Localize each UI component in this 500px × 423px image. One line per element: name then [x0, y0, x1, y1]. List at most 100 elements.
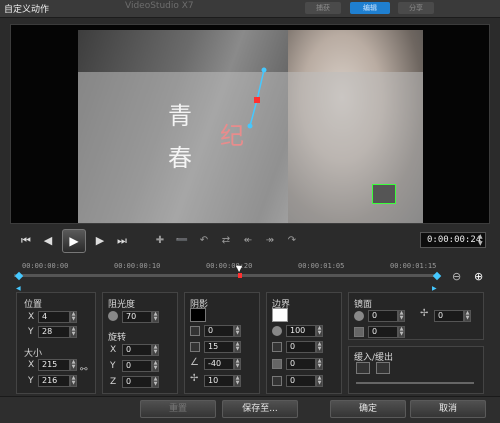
go-to-end-icon[interactable]: ⏭ — [112, 231, 132, 251]
rotation-x-label: X — [110, 345, 117, 355]
size-y-label: Y — [28, 376, 34, 386]
previous-frame-icon[interactable]: ◀ — [38, 231, 58, 251]
background-tab-capture: 捕获 — [305, 2, 341, 14]
position-y-label: Y — [28, 327, 34, 337]
shadow-angle-input[interactable]: -40 — [204, 358, 234, 370]
position-x-label: X — [28, 312, 35, 322]
remove-keyframe-icon[interactable]: ➖ — [172, 232, 192, 250]
border-width-spinner[interactable]: ▲ ▼ — [316, 341, 323, 353]
transport-bar: ⏮ ◀ ▶ ▶ ⏭ ✚ ➖ ↶ ⇄ ↞ ↠ ↷ — [10, 227, 490, 257]
shadow-distance-icon: ✢ — [190, 373, 199, 384]
shadow-blur-icon — [190, 342, 200, 352]
out-point-icon[interactable]: ▶ — [432, 285, 437, 292]
border-opacity-icon — [272, 326, 282, 336]
mirror-opacity-input[interactable]: 0 — [368, 310, 398, 322]
size-label: 大小 — [24, 349, 43, 359]
rotation-y-spinner[interactable]: ▲ ▼ — [152, 360, 159, 372]
shadow-blur-input[interactable]: 15 — [204, 341, 234, 353]
mirror-blur-input[interactable]: 0 — [368, 326, 398, 338]
size-y-spinner[interactable]: ▲ ▼ — [70, 375, 77, 387]
background-app-title: VideoStudio X7 — [125, 1, 194, 11]
ruler-tick: 00:00:01:05 — [298, 262, 345, 270]
mirror-distance-spinner[interactable]: ▲ ▼ — [464, 310, 471, 322]
border-width-input[interactable]: 0 — [286, 341, 316, 353]
zoom-in-icon[interactable]: ⊕ — [474, 270, 486, 283]
ruler-tick: 00:00:00:20 — [206, 262, 253, 270]
shadow-angle-spinner[interactable]: ▲ ▼ — [234, 358, 241, 370]
ruler-tick: 00:00:00:10 — [114, 262, 161, 270]
opacity-spinner[interactable]: ▲ ▼ — [152, 311, 159, 323]
ok-button[interactable]: 确定 — [330, 400, 406, 418]
opacity-icon — [108, 311, 118, 321]
rotation-z-input[interactable]: 0 — [122, 376, 152, 388]
swap-keyframe-icon[interactable]: ⇄ — [216, 232, 236, 250]
rotation-x-spinner[interactable]: ▲ ▼ — [152, 344, 159, 356]
size-x-label: X — [28, 360, 35, 370]
current-keyframe-marker[interactable] — [238, 273, 242, 278]
border-blur-icon — [272, 359, 282, 369]
fade-in-icon[interactable] — [356, 362, 370, 374]
link-ratio-icon[interactable]: ⚯ — [80, 365, 88, 375]
save-as-button[interactable]: 保存至... — [222, 400, 298, 418]
mirror-distance-icon: ✢ — [420, 308, 429, 319]
mirror-blur-spinner[interactable]: ▲ ▼ — [398, 326, 405, 338]
border-third-input[interactable]: 0 — [286, 375, 316, 387]
mirror-label: 镜面 — [354, 300, 373, 310]
border-blur-input[interactable]: 0 — [286, 358, 316, 370]
go-to-last-icon[interactable]: ↷ — [282, 232, 302, 250]
shadow-opacity-icon — [190, 326, 200, 336]
playhead-icon[interactable]: ▼ — [236, 264, 244, 273]
position-y-input[interactable]: 28 — [38, 326, 70, 338]
position-label: 位置 — [24, 300, 43, 310]
cancel-button[interactable]: 取消 — [410, 400, 486, 418]
border-third-icon — [272, 376, 282, 386]
in-point-icon[interactable]: ◀ — [16, 285, 21, 292]
border-blur-spinner[interactable]: ▲ ▼ — [316, 358, 323, 370]
border-opacity-spinner[interactable]: ▲ ▼ — [316, 325, 323, 337]
shadow-angle-icon: ∠ — [190, 357, 199, 368]
position-y-spinner[interactable]: ▲ ▼ — [70, 326, 77, 338]
timeline-track[interactable] — [14, 274, 438, 277]
play-button[interactable]: ▶ — [62, 229, 86, 253]
mirror-distance-input[interactable]: 0 — [434, 310, 464, 322]
shadow-opacity-spinner[interactable]: ▲ ▼ — [234, 325, 241, 337]
size-handle-box[interactable] — [372, 184, 396, 204]
background-tab-share: 分享 — [398, 2, 434, 14]
size-x-spinner[interactable]: ▲ ▼ — [70, 359, 77, 371]
window-title: 自定义动作 — [4, 5, 50, 15]
shadow-distance-input[interactable]: 10 — [204, 375, 234, 387]
move-right-icon[interactable]: ↠ — [260, 232, 280, 250]
size-x-input[interactable]: 215 — [38, 359, 70, 371]
border-opacity-input[interactable]: 100 — [286, 325, 316, 337]
go-to-start-icon[interactable]: ⏮ — [16, 231, 36, 251]
rotation-x-input[interactable]: 0 — [122, 344, 152, 356]
timeline-ruler[interactable]: 00:00:00:00 00:00:00:10 00:00:00:20 00:0… — [14, 258, 438, 284]
ruler-tick: 00:00:00:00 — [22, 262, 69, 270]
mirror-opacity-spinner[interactable]: ▲ ▼ — [398, 310, 405, 322]
zoom-out-icon[interactable]: ⊖ — [452, 270, 464, 283]
move-left-icon[interactable]: ↞ — [238, 232, 258, 250]
reset-button[interactable]: 重置 — [140, 400, 216, 418]
rotation-y-label: Y — [110, 361, 116, 371]
rotation-y-input[interactable]: 0 — [122, 360, 152, 372]
position-x-input[interactable]: 4 — [38, 311, 70, 323]
shadow-opacity-input[interactable]: 0 — [204, 325, 234, 337]
fade-out-icon[interactable] — [376, 362, 390, 374]
border-third-spinner[interactable]: ▲ ▼ — [316, 375, 323, 387]
reverse-keyframe-icon[interactable]: ↶ — [194, 232, 214, 250]
next-frame-icon[interactable]: ▶ — [90, 231, 110, 251]
size-y-input[interactable]: 216 — [38, 375, 70, 387]
border-color-swatch[interactable] — [272, 308, 288, 322]
timecode-display[interactable]: 0:00:00:24 — [420, 232, 486, 248]
fade-slider-track[interactable] — [356, 382, 474, 384]
position-x-spinner[interactable]: ▲ ▼ — [70, 311, 77, 323]
shadow-blur-spinner[interactable]: ▲ ▼ — [234, 341, 241, 353]
shadow-color-swatch[interactable] — [190, 308, 206, 322]
opacity-input[interactable]: 70 — [122, 311, 152, 323]
preview-image: 青 春 纪 — [78, 30, 423, 223]
add-keyframe-icon[interactable]: ✚ — [150, 232, 170, 250]
shadow-distance-spinner[interactable]: ▲ ▼ — [234, 375, 241, 387]
rotation-z-spinner[interactable]: ▲ ▼ — [152, 376, 159, 388]
rotation-label: 旋转 — [108, 333, 127, 343]
timecode-spinner[interactable]: ▲ ▼ — [478, 233, 486, 247]
